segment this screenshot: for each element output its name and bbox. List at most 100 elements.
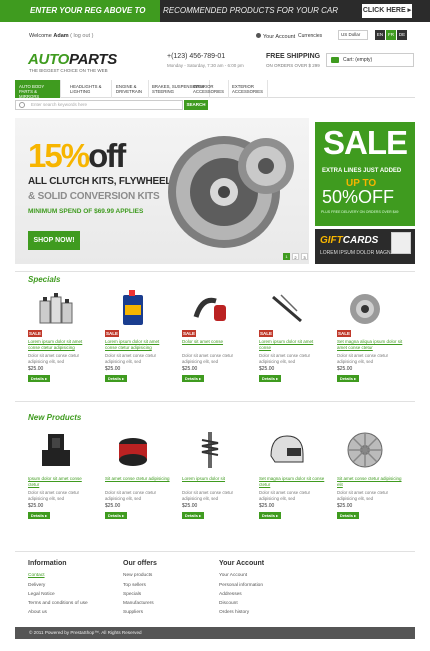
air-filter-icon[interactable] — [113, 430, 153, 470]
user-icon — [256, 33, 261, 38]
language-fr[interactable]: FR — [386, 30, 396, 40]
motor-oil-icon[interactable] — [113, 287, 153, 327]
product-price: $25.00 — [337, 366, 353, 372]
site-logo[interactable]: AUTOPARTS — [28, 51, 117, 68]
product-name-link[interactable]: Lorem ipsum dolor sit amet conse — [259, 339, 325, 351]
opening-hours: Monday - Saturday, 7:30 am - 6:00 pm — [167, 63, 244, 68]
language-de[interactable]: DE — [397, 30, 407, 40]
product-description: Dolor sit amet conse ctetur adipisicing … — [182, 353, 234, 364]
sale-title: SALE — [323, 124, 408, 161]
footer-link-discount[interactable]: Discount — [219, 601, 238, 606]
shock-absorber-icon[interactable] — [190, 430, 230, 470]
product-description: Dolor sit amet conse ctetur adipisicing … — [337, 490, 389, 501]
sale-badge: SALE — [28, 330, 42, 337]
details-button[interactable]: Details ▸ — [182, 375, 204, 382]
details-button[interactable]: Details ▸ — [105, 512, 127, 519]
air-intake-icon[interactable] — [190, 287, 230, 327]
footer-link-manufacturers[interactable]: Manufacturers — [123, 601, 154, 606]
details-button[interactable]: Details ▸ — [259, 375, 281, 382]
product-description: Dolor sit amet conse ctetur adipisicing … — [182, 490, 234, 501]
slider-page-2[interactable]: 2 — [292, 253, 299, 260]
product-description: Dolor sit amet conse ctetur adipisicing … — [259, 353, 311, 364]
account-link[interactable]: Your Account — [256, 33, 295, 40]
wheel-hub-icon[interactable] — [345, 287, 385, 327]
rim-icon[interactable] — [345, 430, 385, 470]
nav-item-exterior[interactable]: EXTERIOR ACCESSORIES — [228, 80, 268, 98]
footer-account-title: Your Account — [219, 560, 265, 567]
product-name-link[interactable]: Lorem ipsum dolor sit — [182, 476, 248, 482]
footer-link-suppliers[interactable]: Suppliers — [123, 610, 143, 615]
product-price: $25.00 — [259, 366, 275, 372]
product-name-link[interactable]: Set magna ipsum dolor sit conse ctetur — [259, 476, 325, 488]
product-name-link[interactable]: Sit amet conse ctetur adipisicing — [105, 476, 171, 482]
footer-link-contact[interactable]: Contact — [28, 573, 45, 578]
account-label: Your Account — [263, 34, 296, 40]
search-button[interactable]: SEARCH — [184, 100, 208, 110]
banner-line-2: & SOLID CONVERSION KITS — [28, 191, 160, 202]
product-description: Dolor sit amet conse ctetur adipisicing … — [28, 353, 80, 364]
details-button[interactable]: Details ▸ — [105, 375, 127, 382]
details-button[interactable]: Details ▸ — [28, 512, 50, 519]
details-button[interactable]: Details ▸ — [337, 375, 359, 382]
details-button[interactable]: Details ▸ — [28, 375, 50, 382]
product-description: Dolor sit amet conse ctetur adipisicing … — [259, 490, 311, 501]
logo-part-1: AUTO — [28, 51, 70, 68]
cards-word: CARDS — [342, 235, 379, 246]
wiper-blade-icon[interactable] — [267, 287, 307, 327]
gift-cards-title: GIFTCARDS — [320, 235, 378, 246]
free-shipping-subtitle: ON ORDERS OVER $ 299 — [266, 63, 320, 68]
promo-headline: ENTER YOUR REG ABOVE TO SEE — [0, 0, 160, 37]
product-price: $25.00 — [337, 503, 353, 509]
banner-line-1: ALL CLUTCH KITS, FLYWHEELS — [28, 176, 178, 187]
slider-page-1[interactable]: 1 — [283, 253, 290, 260]
product-description: Dolor sit amet conse ctetur adipisicing … — [28, 490, 80, 501]
footer-link-terms[interactable]: Terms and conditions of use — [28, 601, 88, 606]
free-shipping-title: FREE SHIPPING — [266, 53, 321, 60]
product-name-link[interactable]: Lorem ipsum dolor sit amet conse ctetur … — [28, 339, 94, 351]
click-here-button[interactable]: CLICK HERE ▸ — [362, 4, 412, 18]
product-price: $25.00 — [259, 503, 275, 509]
main-navigation: AUTO BODY PARTS & MIRRORS HEADLIGHTS & L… — [15, 80, 415, 99]
product-name-link[interactable]: Dolor sit amet conse — [182, 339, 248, 345]
footer-link-orders-history[interactable]: Orders history — [219, 610, 249, 615]
currencies-label: Currencies — [298, 33, 323, 39]
nav-item-engine[interactable]: ENGINE & DRIVETRAIN — [112, 80, 149, 98]
footer-link-about[interactable]: About us — [28, 610, 47, 615]
welcome-prefix: Welcome — [29, 33, 52, 39]
search-input[interactable]: Enter search keywords here — [15, 100, 183, 110]
footer-link-specials[interactable]: Specials — [123, 592, 141, 597]
footer-link-delivery[interactable]: Delivery — [28, 583, 45, 588]
logo-part-2: PARTS — [69, 51, 117, 68]
oil-bottles-icon[interactable] — [36, 287, 76, 327]
currency-select[interactable]: US Dollar — [338, 30, 368, 40]
footer-link-new-products[interactable]: New products — [123, 573, 152, 578]
product-description: Dolor sit amet conse ctetur adipisicing … — [105, 353, 157, 364]
nav-item-headlights[interactable]: HEADLIGHTS & LIGHTING — [66, 80, 112, 98]
product-name-link[interactable]: Sit amet conse ctetur adipisicing elit — [337, 476, 403, 488]
logout-link[interactable]: ( log out ) — [70, 33, 93, 39]
racing-seat-icon[interactable] — [36, 430, 76, 470]
nav-item-interior[interactable]: INTERIOR ACCESSORIES — [189, 80, 229, 98]
banner-minimum-spend: MINIMUM SPEND OF $69.99 APPLIES — [28, 208, 144, 215]
shop-now-button[interactable]: SHOP NOW! — [28, 231, 80, 250]
footer-offers-title: Our offers — [123, 560, 157, 567]
cart-button[interactable]: Cart: (empty) — [326, 53, 414, 67]
footer-link-addresses[interactable]: Addresses — [219, 592, 242, 597]
product-name-link[interactable]: Lorem ipsum dolor sit amet conse ctetur … — [105, 339, 171, 351]
footer-link-legal[interactable]: Legal Notice — [28, 592, 55, 597]
details-button[interactable]: Details ▸ — [182, 512, 204, 519]
details-button[interactable]: Details ▸ — [337, 512, 359, 519]
slider-page-3[interactable]: 3 — [301, 253, 308, 260]
product-name-link[interactable]: Set magna aliqua ipsum dolor sit amet co… — [337, 339, 403, 351]
language-en[interactable]: EN — [375, 30, 385, 40]
helmet-icon[interactable] — [267, 430, 307, 470]
details-button[interactable]: Details ▸ — [259, 512, 281, 519]
cart-label: Cart: (empty) — [343, 57, 373, 63]
product-name-link[interactable]: Ipsum dolor sit amet conse ctetur — [28, 476, 94, 488]
gift-word: GIFT — [320, 235, 343, 246]
nav-item-body-parts[interactable]: AUTO BODY PARTS & MIRRORS — [15, 80, 61, 99]
footer-link-top-sellers[interactable]: Top sellers — [123, 583, 146, 588]
divider — [15, 401, 415, 402]
footer-link-personal-info[interactable]: Personal information — [219, 583, 263, 588]
footer-link-your-account[interactable]: Your Account — [219, 573, 247, 578]
